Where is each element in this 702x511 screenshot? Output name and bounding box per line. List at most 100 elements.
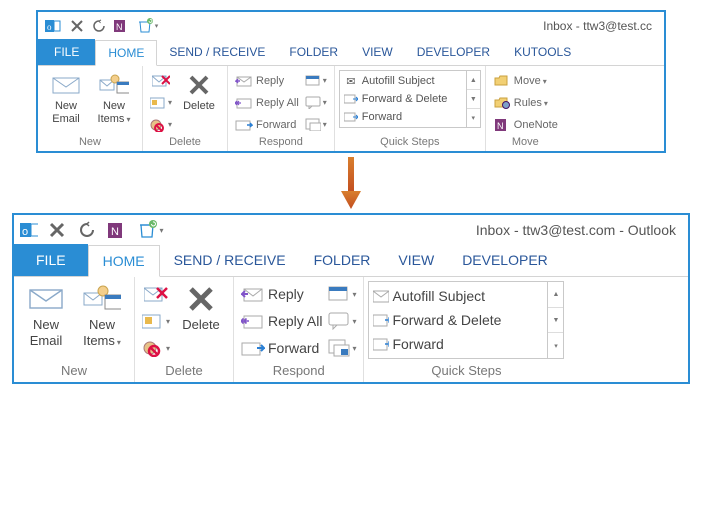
qs-item[interactable]: Forward [341, 108, 465, 126]
empty-deleted-icon[interactable]: ▾ [132, 15, 162, 37]
reply-button[interactable]: Reply [241, 282, 322, 306]
group-label-new: New [42, 134, 138, 151]
forward-icon [373, 314, 389, 327]
qs-item[interactable]: Forward & Delete [341, 90, 465, 108]
reply-all-icon [235, 95, 253, 111]
ribbon-tabs: FILE HOME SEND / RECEIVE FOLDER VIEW DEV… [38, 40, 664, 66]
x-icon [182, 283, 220, 315]
gallery-scroll[interactable]: ▲▼▾ [467, 70, 481, 128]
reply-all-button[interactable]: Reply All [241, 309, 322, 333]
junk-icon[interactable] [142, 336, 170, 360]
qs-item[interactable]: ✉Autofill Subject [341, 72, 465, 90]
tab-developer[interactable]: DEVELOPER [448, 244, 562, 276]
group-respond: Reply Reply All Forward Respond [228, 66, 335, 151]
group-label-delete: Delete [139, 360, 229, 382]
more-respond-icon[interactable] [328, 336, 356, 360]
group-quick-steps: Autofill Subject Forward & Delete Forwar… [364, 277, 568, 382]
new-items-button[interactable]: New Items [74, 281, 130, 351]
tab-send-receive[interactable]: SEND / RECEIVE [160, 244, 300, 276]
tab-home[interactable]: HOME [95, 40, 157, 66]
forward-icon [235, 117, 253, 133]
svg-text:N: N [497, 121, 504, 131]
undo-icon[interactable] [88, 15, 110, 37]
rules-icon [493, 95, 511, 111]
window-title: Inbox - ttw3@test.com - Outlook [168, 222, 682, 238]
ribbon: New Email New Items New Delete [38, 66, 664, 151]
meeting-icon[interactable] [328, 282, 356, 306]
qs-item[interactable]: Forward [371, 332, 545, 356]
reply-icon [241, 284, 265, 304]
empty-deleted-icon[interactable]: ▾ [132, 217, 168, 243]
tab-folder[interactable]: FOLDER [277, 39, 350, 65]
window-title: Inbox - ttw3@test.cc [162, 19, 658, 33]
reply-button[interactable]: Reply [235, 71, 299, 90]
onenote-button[interactable]: NOneNote [493, 115, 558, 134]
outlook-app-icon: o [20, 221, 38, 239]
envelope-icon: ✉ [343, 75, 359, 88]
envelope-icon [373, 290, 389, 303]
forward-button[interactable]: Forward [241, 336, 322, 360]
envelope-icon [27, 283, 65, 315]
qs-item[interactable]: Autofill Subject [371, 284, 545, 308]
tab-file[interactable]: FILE [14, 244, 88, 276]
tab-send-receive[interactable]: SEND / RECEIVE [157, 39, 277, 65]
delete-icon[interactable] [42, 217, 72, 243]
cleanup-icon[interactable] [142, 309, 170, 333]
svg-text:N: N [111, 226, 119, 238]
new-email-button[interactable]: New Email [18, 281, 74, 349]
forward-icon [343, 94, 359, 104]
group-label-new: New [18, 360, 130, 382]
new-items-icon [83, 283, 121, 315]
im-icon[interactable] [328, 309, 356, 333]
meeting-icon[interactable] [305, 71, 327, 90]
outlook-window-small: o N ▾ Inbox - ttw3@test.cc FILE HOME SEN… [36, 10, 666, 153]
new-email-button[interactable]: New Email [42, 70, 90, 126]
group-label-move: Move [490, 134, 561, 151]
delete-icon[interactable] [66, 15, 88, 37]
svg-text:N: N [116, 22, 123, 32]
rules-button[interactable]: Rules [493, 93, 558, 112]
cleanup-icon[interactable] [150, 93, 172, 112]
junk-icon[interactable] [150, 115, 172, 134]
new-items-button[interactable]: New Items [90, 70, 138, 126]
tab-folder[interactable]: FOLDER [300, 244, 385, 276]
reply-icon [235, 73, 253, 89]
tab-view[interactable]: VIEW [350, 39, 405, 65]
group-delete: Delete Delete [143, 66, 228, 151]
tab-view[interactable]: VIEW [384, 244, 448, 276]
delete-button[interactable]: Delete [173, 281, 229, 333]
tab-kutools[interactable]: KUTOOLS [502, 39, 583, 65]
ignore-icon[interactable] [142, 282, 170, 306]
onenote-qat-icon[interactable]: N [102, 217, 132, 243]
envelope-icon [51, 72, 81, 98]
delete-button[interactable]: Delete [175, 70, 223, 113]
gallery-scroll[interactable]: ▲▼▾ [548, 281, 564, 359]
tab-developer[interactable]: DEVELOPER [405, 39, 502, 65]
transition-arrow-icon [12, 153, 690, 213]
ignore-icon[interactable] [150, 71, 172, 90]
folder-move-icon [493, 73, 511, 89]
onenote-icon: N [493, 117, 511, 133]
tab-file[interactable]: FILE [38, 39, 95, 65]
forward-button[interactable]: Forward [235, 115, 299, 134]
group-respond: Reply Reply All Forward Respond [234, 277, 364, 382]
group-quick-steps: ✉Autofill Subject Forward & Delete Forwa… [335, 66, 486, 151]
undo-icon[interactable] [72, 217, 102, 243]
quick-steps-gallery[interactable]: ✉Autofill Subject Forward & Delete Forwa… [339, 70, 481, 128]
group-label-quicksteps: Quick Steps [368, 360, 564, 382]
group-new: New Email New Items New [14, 277, 135, 382]
x-icon [184, 72, 214, 98]
onenote-qat-icon[interactable]: N [110, 15, 132, 37]
forward-icon [343, 112, 359, 122]
im-icon[interactable] [305, 93, 327, 112]
group-label-delete: Delete [147, 134, 223, 151]
ribbon-tabs: FILE HOME SEND / RECEIVE FOLDER VIEW DEV… [14, 245, 688, 277]
reply-all-button[interactable]: Reply All [235, 93, 299, 112]
tab-home[interactable]: HOME [88, 245, 160, 277]
move-button[interactable]: Move [493, 71, 558, 90]
more-respond-icon[interactable] [305, 115, 327, 134]
qs-item[interactable]: Forward & Delete [371, 308, 545, 332]
title-bar: o N ▾ Inbox - ttw3@test.com - Outlook [14, 215, 688, 245]
quick-steps-gallery[interactable]: Autofill Subject Forward & Delete Forwar… [368, 281, 564, 359]
ribbon: New Email New Items New Delete [14, 277, 688, 382]
